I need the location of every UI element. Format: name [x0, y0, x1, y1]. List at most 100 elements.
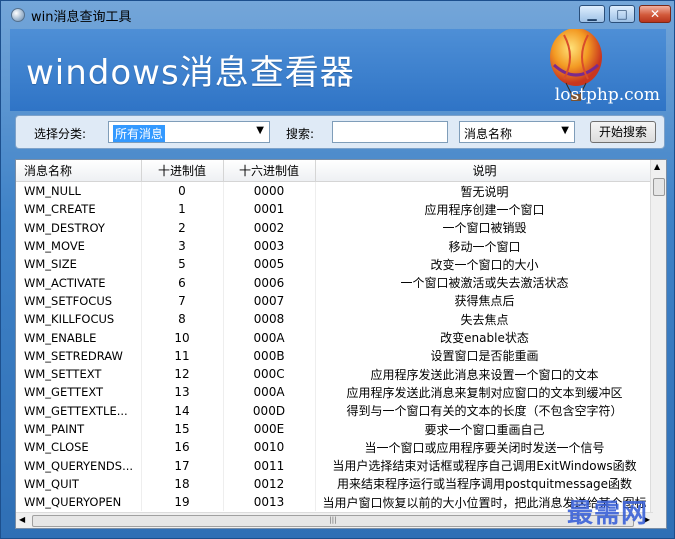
- cell-message-name: WM_QUERYENDS...: [16, 456, 142, 475]
- cell-message-name: WM_QUIT: [16, 474, 142, 494]
- cell-message-name: WM_MOVE: [16, 236, 142, 256]
- table-row[interactable]: WM_ACTIVATE 6 0006 一个窗口被激活或失去激活状态: [16, 273, 655, 292]
- scroll-left-icon[interactable]: ◀: [19, 515, 25, 524]
- cell-decimal: 6: [141, 273, 224, 292]
- column-header-desc[interactable]: 说明: [315, 160, 655, 182]
- cell-message-name: WM_CLOSE: [16, 438, 142, 457]
- table-row[interactable]: WM_CLOSE 16 0010 当一个窗口或应用程序要关闭时发送一个信号: [16, 438, 655, 457]
- table-row[interactable]: WM_MOVE 3 0003 移动一个窗口: [16, 236, 655, 256]
- cell-message-name: WM_PAINT: [16, 419, 142, 439]
- vertical-scrollbar[interactable]: ▲: [650, 160, 666, 513]
- cell-hex: 0010: [223, 438, 316, 457]
- search-field-select[interactable]: 消息名称 ▼: [459, 121, 575, 143]
- cell-decimal: 17: [141, 456, 224, 475]
- cell-message-name: WM_NULL: [16, 181, 142, 201]
- cell-hex: 0000: [223, 181, 316, 201]
- table-row[interactable]: WM_GETTEXT 13 000A 应用程序发送此消息来复制对应窗口的文本到缓冲区: [16, 383, 655, 402]
- cell-message-name: WM_DESTROY: [16, 218, 142, 237]
- cell-description: 设置窗口是否能重画: [315, 346, 655, 365]
- cell-description: 要求一个窗口重画自己: [315, 419, 655, 439]
- cell-hex: 000A: [223, 383, 316, 402]
- table-row[interactable]: WM_QUERYENDS... 17 0011 当用户选择结束对话框或程序自己调用Ex…: [16, 456, 655, 475]
- cell-message-name: WM_QUERYOPEN: [16, 493, 142, 512]
- cell-decimal: 1: [141, 200, 224, 219]
- cell-decimal: 5: [141, 255, 224, 274]
- cell-description: 应用程序创建一个窗口: [315, 200, 655, 219]
- cell-hex: 000D: [223, 401, 316, 420]
- cell-hex: 0013: [223, 493, 316, 512]
- cell-decimal: 0: [141, 181, 224, 201]
- table-row[interactable]: WM_QUERYOPEN 19 0013 当用户窗口恢复以前的大小位置时，把此消息发送…: [16, 493, 655, 512]
- scroll-up-icon[interactable]: ▲: [654, 162, 660, 171]
- search-input[interactable]: [332, 121, 448, 143]
- table-row[interactable]: WM_NULL 0 0000 暂无说明: [16, 181, 655, 201]
- horizontal-scroll-thumb[interactable]: |||: [32, 515, 634, 527]
- cell-decimal: 11: [141, 346, 224, 365]
- table-row[interactable]: WM_SETTEXT 12 000C 应用程序发送此消息来设置一个窗口的文本: [16, 364, 655, 384]
- table-row[interactable]: WM_GETTEXTLE... 14 000D 得到与一个窗口有关的文本的长度（不包含…: [16, 401, 655, 420]
- cell-description: 改变一个窗口的大小: [315, 255, 655, 274]
- start-search-button[interactable]: 开始搜索: [590, 121, 656, 143]
- cell-description: 当用户选择结束对话框或程序自己调用ExitWindows函数: [315, 456, 655, 475]
- cell-description: 暂无说明: [315, 181, 655, 201]
- horizontal-scrollbar[interactable]: ◀ ||| ▶: [16, 512, 653, 528]
- cell-message-name: WM_SIZE: [16, 255, 142, 274]
- table-row[interactable]: WM_DESTROY 2 0002 一个窗口被销毁: [16, 218, 655, 237]
- table-header: 消息名称 十进制值 十六进制值 说明: [16, 160, 655, 182]
- column-header-hex[interactable]: 十六进制值: [223, 160, 316, 182]
- table-row[interactable]: WM_PAINT 15 000E 要求一个窗口重画自己: [16, 419, 655, 439]
- table-row[interactable]: WM_ENABLE 10 000A 改变enable状态: [16, 328, 655, 347]
- cell-description: 一个窗口被激活或失去激活状态: [315, 273, 655, 292]
- maximize-button[interactable]: □: [609, 5, 635, 23]
- cell-decimal: 15: [141, 419, 224, 439]
- cell-description: 改变enable状态: [315, 328, 655, 347]
- close-icon: ✕: [649, 7, 661, 21]
- cell-description: 得到与一个窗口有关的文本的长度（不包含空字符）: [315, 401, 655, 420]
- category-label: 选择分类:: [34, 127, 87, 141]
- site-url: lostphp.com: [554, 85, 660, 105]
- cell-hex: 0011: [223, 456, 316, 475]
- scroll-corner: [651, 513, 666, 528]
- banner: windows消息查看器 lostphp.com: [10, 29, 666, 111]
- app-icon: [11, 8, 25, 22]
- cell-hex: 000B: [223, 346, 316, 365]
- watermark-text: 最需网: [567, 499, 649, 529]
- cell-description: 移动一个窗口: [315, 236, 655, 256]
- cell-hex: 0006: [223, 273, 316, 292]
- table-row[interactable]: WM_SETFOCUS 7 0007 获得焦点后: [16, 291, 655, 311]
- cell-decimal: 8: [141, 310, 224, 329]
- cell-description: 应用程序发送此消息来设置一个窗口的文本: [315, 364, 655, 384]
- cell-message-name: WM_GETTEXTLE...: [16, 401, 142, 420]
- cell-hex: 0002: [223, 218, 316, 237]
- table-row[interactable]: WM_KILLFOCUS 8 0008 失去焦点: [16, 310, 655, 329]
- search-panel: 选择分类: 所有消息 ▼ 搜索: 消息名称 ▼ 开始搜索: [15, 115, 665, 149]
- table-row[interactable]: WM_QUIT 18 0012 用来结束程序运行或当程序调用postquitmessa…: [16, 474, 655, 494]
- cell-message-name: WM_ENABLE: [16, 328, 142, 347]
- cell-decimal: 2: [141, 218, 224, 237]
- column-header-dec[interactable]: 十进制值: [141, 160, 224, 182]
- vertical-scroll-thumb[interactable]: [653, 178, 665, 196]
- table-row[interactable]: WM_CREATE 1 0001 应用程序创建一个窗口: [16, 200, 655, 219]
- title-bar[interactable]: win消息查询工具 ▁ □ ✕: [1, 1, 674, 29]
- cell-hex: 0007: [223, 291, 316, 311]
- app-window: win消息查询工具 ▁ □ ✕ windows消息查看器 lostphp.com: [0, 0, 675, 539]
- minimize-button[interactable]: ▁: [579, 5, 605, 23]
- cell-description: 失去焦点: [315, 310, 655, 329]
- cell-hex: 000C: [223, 364, 316, 384]
- column-header-name[interactable]: 消息名称: [16, 160, 142, 182]
- cell-decimal: 10: [141, 328, 224, 347]
- cell-hex: 0001: [223, 200, 316, 219]
- table-row[interactable]: WM_SIZE 5 0005 改变一个窗口的大小: [16, 255, 655, 274]
- cell-decimal: 7: [141, 291, 224, 311]
- table-row[interactable]: WM_SETREDRAW 11 000B 设置窗口是否能重画: [16, 346, 655, 365]
- close-button[interactable]: ✕: [639, 5, 671, 23]
- search-label: 搜索:: [286, 127, 315, 141]
- maximize-icon: □: [616, 7, 628, 21]
- cell-decimal: 16: [141, 438, 224, 457]
- cell-decimal: 13: [141, 383, 224, 402]
- cell-message-name: WM_SETREDRAW: [16, 346, 142, 365]
- cell-description: 获得焦点后: [315, 291, 655, 311]
- search-field-value: 消息名称: [464, 127, 513, 141]
- category-select[interactable]: 所有消息 ▼: [108, 121, 270, 143]
- cell-hex: 0003: [223, 236, 316, 256]
